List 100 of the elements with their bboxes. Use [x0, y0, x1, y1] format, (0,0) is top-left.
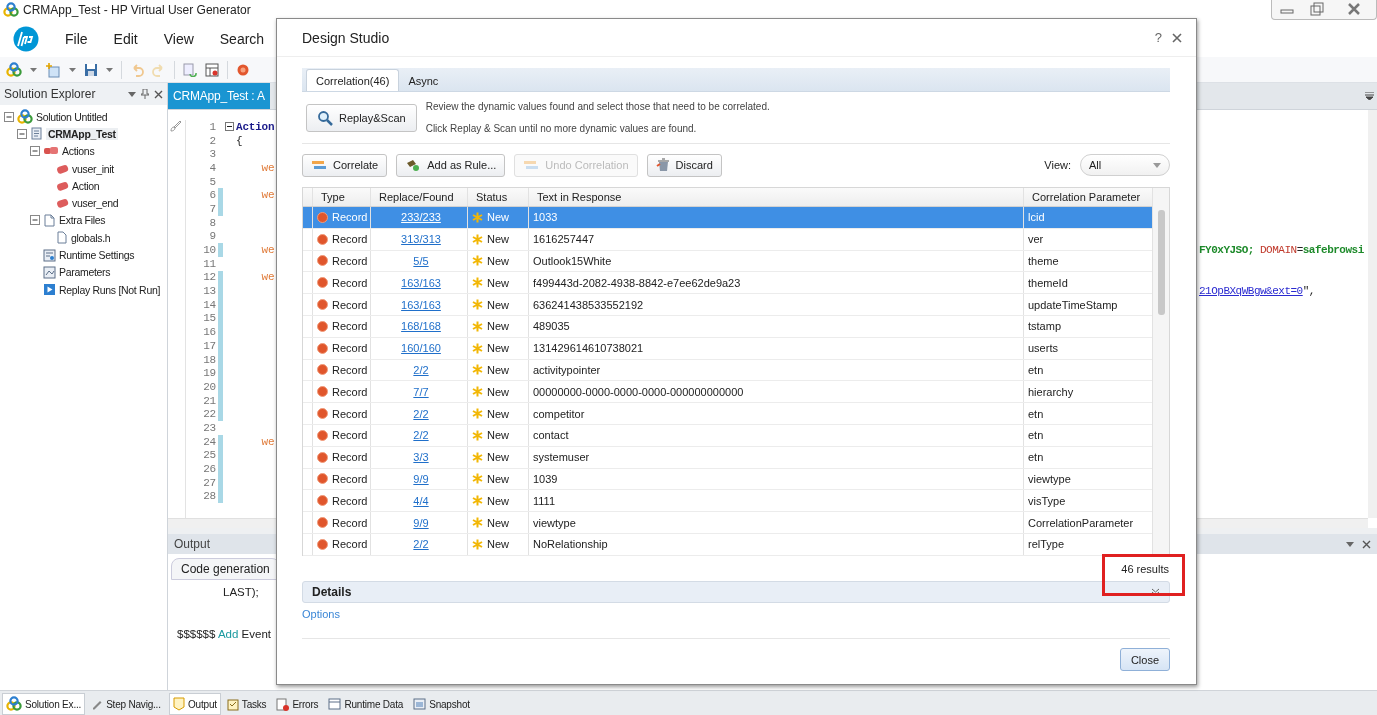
table-cell: Record [332, 233, 368, 246]
tree-item[interactable]: Actions [62, 145, 95, 158]
menu-item[interactable]: Search [219, 30, 265, 47]
table-cell-text: lcid [1027, 210, 1046, 226]
close-button[interactable]: Close [1119, 648, 1170, 671]
tree-item[interactable]: Extra Files [59, 214, 106, 227]
found-link[interactable]: 7/7 [413, 385, 429, 398]
tab[interactable]: Correlation(46) [306, 69, 400, 91]
code-text: we [260, 161, 275, 174]
line-number: 5 [208, 175, 216, 188]
table-cell: Record [332, 320, 368, 333]
table-cell: activitypointer [529, 359, 1024, 381]
panel-tab[interactable]: Tasks [222, 693, 271, 715]
menu-item[interactable]: File [65, 30, 88, 47]
found-link[interactable]: 9/9 [413, 516, 429, 529]
found-link[interactable]: 4/4 [413, 494, 429, 507]
found-link[interactable]: 313/313 [401, 233, 441, 246]
table-cell: New [487, 538, 509, 551]
table-row[interactable]: Record 163/163 New f499443d-2082-4938-8842-e7ee62de9a23 themeId [303, 272, 1152, 295]
view-dropdown[interactable]: All [1080, 154, 1170, 176]
found-link[interactable]: 9/9 [413, 472, 429, 485]
found-link[interactable]: 163/163 [401, 276, 441, 289]
found-link[interactable]: 168/168 [401, 320, 441, 333]
table-row[interactable]: Record 2/2 New activitypointer etn [303, 359, 1152, 382]
table-row[interactable]: Record 2/2 New competitor etn [303, 403, 1152, 425]
table-row[interactable]: Record 163/163 New 636241438533552192 updateTimeStamp [303, 294, 1152, 316]
table-cell: New [487, 298, 509, 311]
line-number: 15 [202, 312, 216, 325]
column-header[interactable]: Correlation Parameter [1024, 188, 1152, 206]
code-text: Action [236, 120, 275, 133]
line-number: 9 [208, 230, 216, 243]
tree-item[interactable]: globals.h [71, 231, 111, 244]
table-cell-text: hierarchy [1027, 384, 1075, 400]
column-header[interactable]: Text in Response [529, 188, 1024, 206]
line-number: 12 [202, 271, 216, 284]
details-bar[interactable]: Details [302, 581, 1170, 603]
table-row[interactable]: Record 168/168 New 489035 tstamp [303, 316, 1152, 338]
table-cell: 1039 [529, 468, 1024, 490]
found-link[interactable]: 2/2 [413, 538, 429, 551]
found-link[interactable]: 2/2 [413, 363, 429, 376]
tree-item[interactable]: Parameters [59, 266, 111, 279]
column-header[interactable]: Type [313, 188, 371, 206]
toolbar-button[interactable]: Correlate [302, 153, 388, 177]
table-row[interactable]: Record 160/160 New 131429614610738021 userts [303, 337, 1152, 360]
menu-item[interactable]: View [163, 30, 194, 47]
table-row[interactable]: Record 7/7 New 00000000-0000-0000-0000-000000000000 hierarchy [303, 381, 1152, 404]
line-number: 14 [202, 298, 216, 311]
tree-item[interactable]: vuser_end [72, 197, 119, 210]
table-cell: Outlook15White [529, 250, 1024, 272]
table-row[interactable]: Record 313/313 New 1616257447 ver [303, 228, 1152, 251]
help-button[interactable]: ? [1154, 30, 1162, 45]
tab[interactable]: Async [399, 70, 448, 91]
found-link[interactable]: 160/160 [401, 342, 441, 355]
menu-item[interactable]: Edit [113, 30, 138, 47]
table-row[interactable]: Record 3/3 New systemuser etn [303, 446, 1152, 469]
code-text: we [260, 435, 275, 448]
table-row[interactable]: Record 9/9 New viewtype CorrelationParameter [303, 512, 1152, 534]
line-number: 6 [208, 189, 216, 202]
view-label: View: [1044, 159, 1071, 171]
toolbar-button[interactable]: Discard [646, 153, 722, 177]
tree-item[interactable]: vuser_init [72, 162, 114, 175]
found-link[interactable]: 3/3 [413, 451, 429, 464]
table-cell: Record [332, 276, 368, 289]
line-number: 13 [202, 285, 216, 298]
tree-item[interactable]: Replay Runs [Not Run] [59, 283, 161, 296]
found-link[interactable]: 5/5 [413, 255, 429, 267]
found-link[interactable]: 2/2 [413, 429, 429, 442]
table-row[interactable]: Record 5/5 New Outlook15White theme [303, 250, 1152, 273]
replay-scan-button[interactable]: Replay&Scan [306, 103, 417, 132]
table-cell: Record [332, 342, 368, 355]
tree-item[interactable]: CRMApp_Test [46, 127, 118, 140]
panel-tab[interactable]: Errors [272, 693, 323, 715]
toolbar-button[interactable]: Add as Rule... [396, 153, 506, 177]
tree-item[interactable]: Action [72, 179, 100, 192]
panel-tab[interactable]: Snapshot [409, 693, 474, 715]
table-cell-text: etn [1027, 406, 1045, 422]
table-cell: New [487, 385, 509, 398]
panel-tab[interactable]: Solution Ex... [2, 693, 86, 715]
table-row[interactable]: Record 4/4 New 1111 visType [303, 490, 1152, 513]
table-cell: Record [332, 516, 368, 529]
code-text: FY0xYJSO; DOMAIN=safebrowsi [1199, 244, 1364, 257]
line-number: 28 [202, 490, 216, 503]
found-link[interactable]: 163/163 [401, 298, 441, 311]
panel-tab[interactable]: Output [169, 693, 221, 715]
found-link[interactable]: 2/2 [413, 407, 429, 420]
panel-title: Solution Explorer [4, 87, 96, 101]
options-link[interactable]: Options [302, 608, 340, 620]
table-row[interactable]: Record 2/2 New NoRelationship relType [303, 533, 1152, 556]
panel-tab[interactable]: Runtime Data [324, 693, 408, 715]
table-row[interactable]: Record 9/9 New 1039 viewtype [303, 468, 1152, 491]
code-text: { [236, 134, 243, 147]
line-number: 2 [208, 134, 216, 147]
panel-tab[interactable]: Step Navig... [87, 693, 165, 715]
column-header[interactable]: Status [468, 188, 529, 206]
column-header[interactable]: Replace/Found [371, 188, 468, 206]
table-cell: Record [332, 472, 368, 485]
tree-item[interactable]: Solution Untitled [36, 110, 108, 123]
table-row[interactable]: Record 2/2 New contact etn [303, 424, 1152, 447]
tree-item[interactable]: Runtime Settings [59, 249, 135, 261]
line-number: 7 [208, 202, 216, 215]
